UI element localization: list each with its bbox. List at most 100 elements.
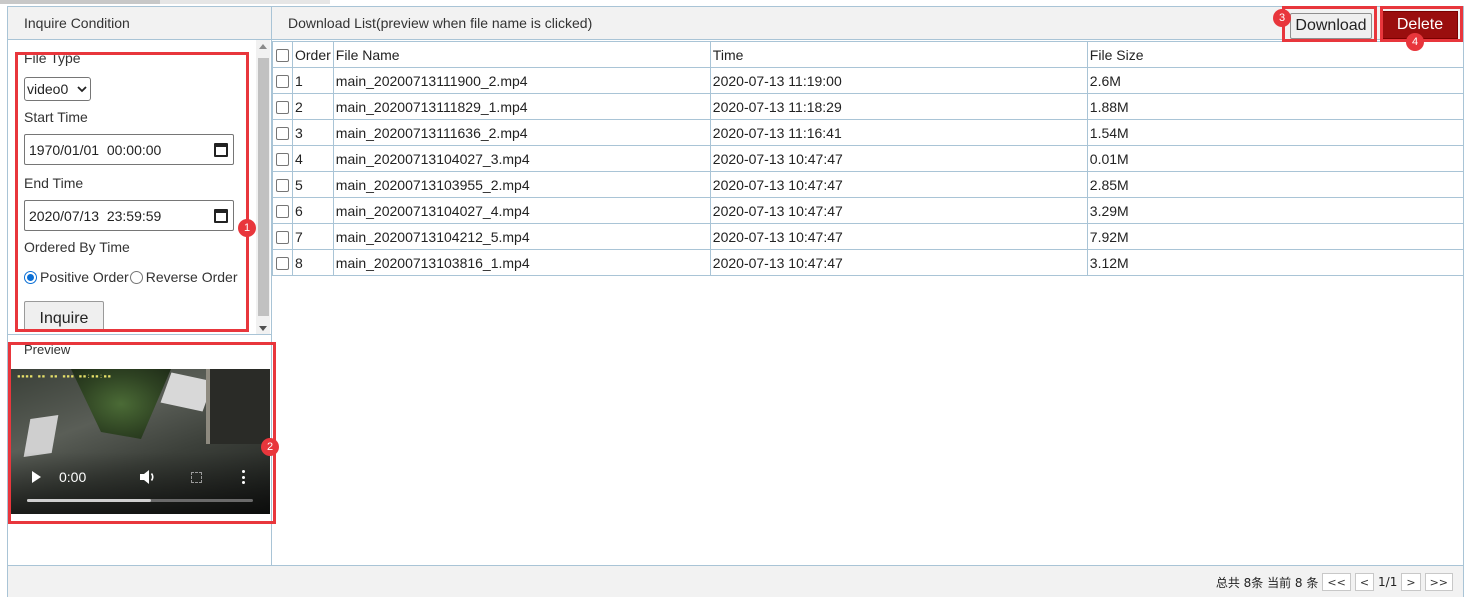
table-row[interactable]: 5 main_20200713103955_2.mp4 2020-07-13 10:… <box>272 171 1465 198</box>
scroll-down-arrow-icon[interactable] <box>259 326 267 331</box>
volume-icon[interactable] <box>139 469 157 485</box>
table-row[interactable]: 1 main_20200713111900_2.mp4 2020-07-13 11:… <box>272 67 1465 94</box>
row-checkbox[interactable] <box>276 257 289 271</box>
table-row[interactable]: 3 main_20200713111636_2.mp4 2020-07-13 11:… <box>272 119 1465 146</box>
row-file-name[interactable]: main_20200713104212_5.mp4 <box>332 223 711 250</box>
last-page-button[interactable]: >> <box>1424 573 1453 591</box>
order-radio-group: Positive Order Reverse Order <box>24 267 254 287</box>
column-header-time[interactable]: Time <box>709 41 1088 68</box>
row-file-name[interactable]: main_20200713104027_3.mp4 <box>332 145 711 172</box>
preview-label: Preview <box>24 342 71 357</box>
row-order: 3 <box>292 119 334 146</box>
row-file-name[interactable]: main_20200713111900_2.mp4 <box>332 67 711 94</box>
video-controls: 0:00 <box>11 452 270 514</box>
annotation-badge-1: 1 <box>238 219 256 237</box>
prev-page-button[interactable]: < <box>1354 573 1375 591</box>
table-header-row: Order File Name Time File Size <box>272 41 1465 68</box>
row-time: 2020-07-13 11:16:41 <box>709 119 1088 146</box>
page-indicator: 1/1 <box>1378 575 1398 589</box>
file-type-select[interactable]: video0 <box>24 77 91 101</box>
calendar-icon[interactable] <box>214 142 228 157</box>
annotation-badge-2: 2 <box>261 438 279 456</box>
row-select-cell <box>272 249 293 276</box>
table-row[interactable]: 8 main_20200713103816_1.mp4 2020-07-13 10:… <box>272 249 1465 276</box>
more-options-icon[interactable] <box>242 470 245 484</box>
row-file-name[interactable]: main_20200713104027_4.mp4 <box>332 197 711 224</box>
condition-form: File Type video0 Start Time 1970/01/01 0… <box>8 40 271 335</box>
fullscreen-icon[interactable] <box>191 472 202 483</box>
download-button[interactable]: Download <box>1290 13 1372 39</box>
download-list-title: Download List(preview when file name is … <box>288 15 593 31</box>
row-order: 2 <box>292 93 334 120</box>
row-order: 5 <box>292 171 334 198</box>
first-page-button[interactable]: << <box>1322 573 1351 591</box>
row-checkbox[interactable] <box>276 101 289 115</box>
row-checkbox[interactable] <box>276 127 289 141</box>
row-file-name[interactable]: main_20200713103816_1.mp4 <box>332 249 711 276</box>
column-header-order[interactable]: Order <box>292 41 334 68</box>
row-time: 2020-07-13 10:47:47 <box>709 171 1088 198</box>
row-select-cell <box>272 145 293 172</box>
scroll-thumb[interactable] <box>258 58 269 316</box>
positive-order-radio[interactable] <box>24 270 37 284</box>
row-checkbox[interactable] <box>276 179 289 193</box>
pager-bar: 总共 8条 当前 8 条 << < 1/1 > >> <box>8 565 1463 597</box>
row-checkbox[interactable] <box>276 205 289 219</box>
annotation-badge-4: 4 <box>1406 33 1424 51</box>
pager: 总共 8条 当前 8 条 << < 1/1 > >> <box>1216 573 1453 591</box>
reverse-order-radio[interactable] <box>129 270 143 284</box>
row-checkbox[interactable] <box>276 75 289 89</box>
row-select-cell <box>272 93 293 120</box>
row-order: 6 <box>292 197 334 224</box>
table-row[interactable]: 7 main_20200713104212_5.mp4 2020-07-13 10:… <box>272 223 1465 250</box>
positive-order-label[interactable]: Positive Order <box>40 269 129 285</box>
file-type-label: File Type <box>24 50 81 66</box>
left-pane: Inquire Condition File Type video0 Start… <box>8 7 272 565</box>
start-time-input[interactable]: 1970/01/01 00:00:00 <box>24 134 234 165</box>
row-file-size: 3.29M <box>1086 197 1465 224</box>
file-table: Order File Name Time File Size 1 main_202… <box>272 41 1465 276</box>
row-file-size: 7.92M <box>1086 223 1465 250</box>
row-file-name[interactable]: main_20200713103955_2.mp4 <box>332 171 711 198</box>
row-checkbox[interactable] <box>276 153 289 167</box>
preview-panel: Preview ▪▪▪▪ ▪▪ ▪▪ ▪▪▪ ▪▪:▪▪:▪▪ 0:00 <box>8 336 271 565</box>
video-timestamp-overlay: ▪▪▪▪ ▪▪ ▪▪ ▪▪▪ ▪▪:▪▪:▪▪ <box>17 373 112 380</box>
row-select-cell <box>272 119 293 146</box>
row-time: 2020-07-13 10:47:47 <box>709 223 1088 250</box>
file-table-body: 1 main_20200713111900_2.mp4 2020-07-13 11:… <box>272 67 1465 276</box>
condition-scrollbar[interactable] <box>256 40 270 334</box>
row-checkbox[interactable] <box>276 231 289 245</box>
row-file-name[interactable]: main_20200713111636_2.mp4 <box>332 119 711 146</box>
row-file-size: 2.85M <box>1086 171 1465 198</box>
order-label: Ordered By Time <box>24 239 130 255</box>
calendar-icon[interactable] <box>214 208 228 223</box>
row-time: 2020-07-13 10:47:47 <box>709 197 1088 224</box>
row-file-name[interactable]: main_20200713111829_1.mp4 <box>332 93 711 120</box>
column-header-file-name[interactable]: File Name <box>332 41 711 68</box>
inquire-button[interactable]: Inquire <box>24 301 104 332</box>
next-page-button[interactable]: > <box>1401 573 1421 591</box>
end-time-input[interactable]: 2020/07/13 23:59:59 <box>24 200 234 231</box>
table-row[interactable]: 2 main_20200713111829_1.mp4 2020-07-13 11:… <box>272 93 1465 120</box>
row-select-cell <box>272 67 293 94</box>
reverse-order-label[interactable]: Reverse Order <box>146 269 238 285</box>
row-order: 8 <box>292 249 334 276</box>
table-row[interactable]: 4 main_20200713104027_3.mp4 2020-07-13 10:… <box>272 145 1465 172</box>
video-player[interactable]: ▪▪▪▪ ▪▪ ▪▪ ▪▪▪ ▪▪:▪▪:▪▪ 0:00 <box>11 369 270 514</box>
row-order: 1 <box>292 67 334 94</box>
row-time: 2020-07-13 11:18:29 <box>709 93 1088 120</box>
row-time: 2020-07-13 10:47:47 <box>709 249 1088 276</box>
row-select-cell <box>272 197 293 224</box>
play-icon[interactable] <box>32 471 41 483</box>
right-pane: Download List(preview when file name is … <box>272 7 1465 565</box>
select-all-checkbox[interactable] <box>276 49 289 63</box>
video-progress-bar[interactable] <box>27 499 253 502</box>
file-type-value: video0 <box>27 81 69 97</box>
annotation-badge-3: 3 <box>1273 9 1291 27</box>
table-row[interactable]: 6 main_20200713104027_4.mp4 2020-07-13 10:… <box>272 197 1465 224</box>
select-all-cell <box>272 41 293 68</box>
row-file-size: 3.12M <box>1086 249 1465 276</box>
scroll-up-arrow-icon[interactable] <box>259 44 267 49</box>
video-frame-detail <box>206 369 270 444</box>
row-select-cell <box>272 171 293 198</box>
